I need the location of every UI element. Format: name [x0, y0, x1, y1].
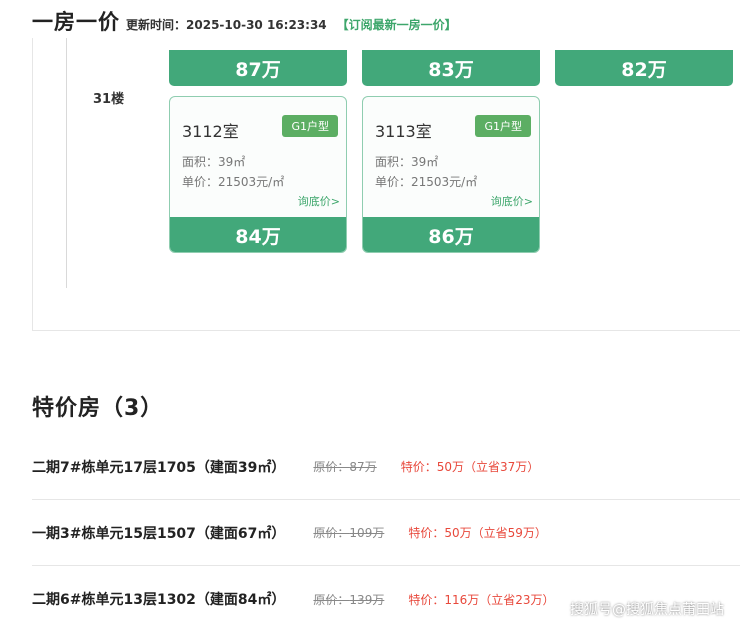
- room-price-bar[interactable]: 86万: [363, 217, 539, 252]
- page-title: 一房一价: [32, 10, 120, 34]
- special-price: 特价：116万（立省23万）: [408, 592, 555, 607]
- ask-lowest-price-link[interactable]: 询底价>: [298, 193, 340, 209]
- special-price: 特价：50万（立省37万）: [400, 460, 540, 474]
- room-area: 面积：39㎡: [375, 155, 439, 169]
- room-price-bar[interactable]: 84万: [170, 217, 346, 252]
- room-number: 3113室: [375, 122, 432, 141]
- special-unit-name: 一期3#栋单元15层1507（建面67㎡）: [32, 525, 286, 542]
- room-unit-price: 单价：21503元/㎡: [375, 175, 478, 189]
- room-number: 3112室: [182, 122, 239, 141]
- floor-timeline-line: [66, 38, 67, 288]
- original-price: 原价：139万: [313, 592, 385, 607]
- original-price: 原价：87万: [313, 460, 377, 474]
- original-price: 原价：109万: [313, 526, 385, 540]
- ask-lowest-price-link[interactable]: 询底价>: [491, 193, 533, 209]
- source-watermark: 搜狐号@搜狐焦点莆田站: [570, 602, 724, 618]
- special-unit-name: 二期6#栋单元13层1302（建面84㎡）: [32, 592, 286, 608]
- floor-label: 31楼: [93, 92, 125, 107]
- special-unit-name: 二期7#栋单元17层1705（建面39㎡）: [32, 459, 286, 476]
- update-time-label: 更新时间：: [126, 18, 187, 32]
- special-offer-row[interactable]: 二期7#栋单元17层1705（建面39㎡） 原价：87万 特价：50万（立省37…: [32, 434, 740, 500]
- room-unit-price: 单价：21503元/㎡: [182, 175, 285, 189]
- room-card[interactable]: 3112室 G1户型 面积：39㎡ 单价：21503元/㎡ 询底价> 84万: [169, 96, 347, 253]
- page-header: 一房一价 更新时间： 2025-10-30 16:23:34 【订阅最新一房一价…: [32, 6, 457, 34]
- room-price-bar[interactable]: 87万: [169, 50, 347, 86]
- special-offer-row[interactable]: 一期3#栋单元15层1507（建面67㎡） 原价：109万 特价：50万（立省5…: [32, 500, 740, 566]
- room-price-bar[interactable]: 83万: [362, 50, 540, 86]
- update-time-value: 2025-10-30 16:23:34: [186, 18, 327, 32]
- special-price: 特价：50万（立省59万）: [408, 526, 547, 540]
- special-offers-title: 特价房（3）: [32, 396, 164, 421]
- unit-type-badge: G1户型: [282, 115, 338, 137]
- subscribe-link[interactable]: 【订阅最新一房一价】: [337, 16, 457, 33]
- room-area: 面积：39㎡: [182, 155, 246, 169]
- room-price-bar[interactable]: 82万: [555, 50, 733, 86]
- unit-type-badge: G1户型: [475, 115, 531, 137]
- room-card[interactable]: 3113室 G1户型 面积：39㎡ 单价：21503元/㎡ 询底价> 86万: [362, 96, 540, 253]
